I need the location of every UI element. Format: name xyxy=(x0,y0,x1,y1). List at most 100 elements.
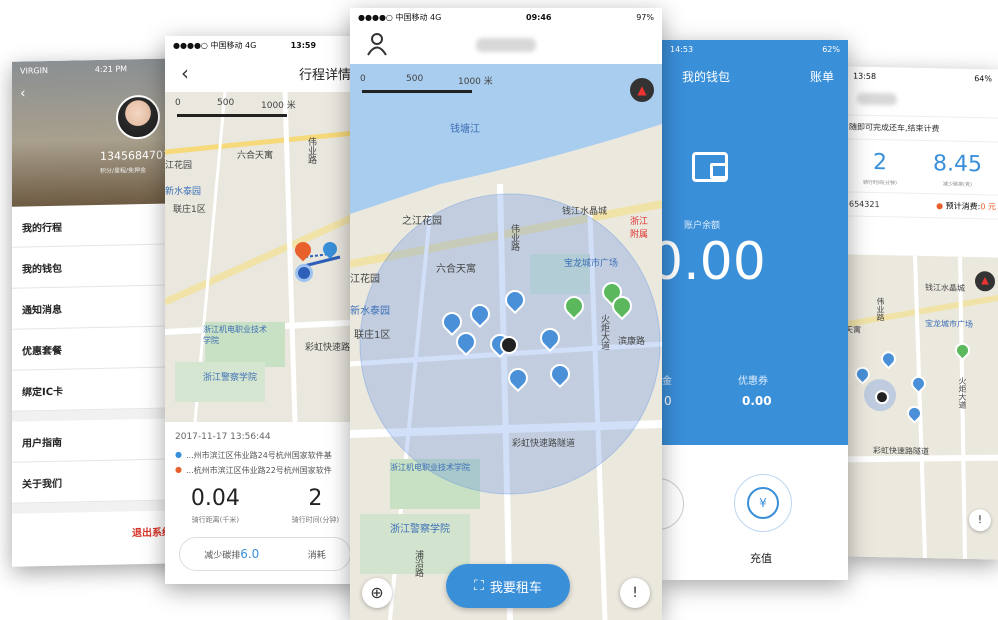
map-scale-0: 0 xyxy=(360,74,366,84)
notice-bar: 随即可完成还车,结束计费 xyxy=(845,115,998,143)
map-label: 新水泰园 xyxy=(165,187,202,197)
back-icon[interactable]: ‹ xyxy=(20,85,26,101)
map-label: 新水泰园 xyxy=(350,306,390,317)
stat-value: 2 xyxy=(872,149,887,176)
stat-label: 骑行时间(分钟) xyxy=(291,516,340,524)
stat-value: 2 xyxy=(308,486,323,511)
rent-button-label: 我要租车 xyxy=(489,580,542,596)
map-label: 伟业路 xyxy=(876,297,885,322)
map-label: 浙江附属 xyxy=(630,217,649,240)
route-from: ...州市滨江区伟业路24号杭州国家软件基 xyxy=(185,451,332,460)
bike-id: 654321 xyxy=(849,199,880,210)
logout-button[interactable]: 退出系统 xyxy=(12,510,182,554)
phone-main-map: ●●●●○ 中国移动 4G 09:46 97% 0 500 1000 米 ▲ 钱… xyxy=(350,8,662,620)
status-bar: ●●●●○ 中国移动 4G 13:59 ▬ xyxy=(165,36,365,54)
map-label: 彩虹快速路隧道 xyxy=(512,439,576,449)
battery: 97% xyxy=(636,12,654,22)
status-time: 09:46 xyxy=(526,12,552,22)
riding-map[interactable]: ▲ 钱江水晶城 伟业路 宝龙城市广场 天寓 火炬大道 彩虹快速路隧道 ! xyxy=(845,254,998,560)
page-title: 行程详情 xyxy=(298,67,351,83)
compass-icon[interactable]: ▲ xyxy=(630,78,654,102)
map-label: 浙江机电职业技术学院 xyxy=(203,325,267,345)
map-label: 浙江机电职业技术学院 xyxy=(390,463,470,472)
menu-item-ic-card[interactable]: 绑定IC卡 xyxy=(12,367,182,412)
locate-button[interactable]: ⊕ xyxy=(362,578,392,608)
map-label: 火炬大道 xyxy=(958,376,967,409)
map-label: 钱江水晶城 xyxy=(925,283,965,293)
deposit-value: 0 xyxy=(664,394,672,408)
map-scale-1000: 1000 米 xyxy=(458,77,493,87)
map-label: 六合天寓 xyxy=(436,264,476,275)
stat-distance: 0.04 骑行距离(千米) xyxy=(191,486,240,525)
info-button[interactable]: ! xyxy=(969,508,991,532)
map-label: 浦沿路 xyxy=(413,550,423,577)
bill-link[interactable]: 账单 xyxy=(810,68,834,85)
phone-riding: 13:58 64% 随即可完成还车,结束计费 2 骑行时间(分钟) 8.45 减… xyxy=(845,66,998,560)
battery: 62% xyxy=(822,44,840,54)
location-dot-icon xyxy=(295,264,313,282)
phone-wallet: 14:53 62% 我的钱包 账单 账户余额 0.00 金 0 优惠券 0.00… xyxy=(662,40,848,580)
route-from-icon: ● xyxy=(175,450,182,459)
user-profile-icon[interactable] xyxy=(366,32,388,56)
estimate-value: 0 元 xyxy=(980,202,996,212)
menu-item-guide[interactable]: 用户指南 xyxy=(12,418,182,463)
coupon-label: 优惠券 xyxy=(738,376,768,387)
map-label: 联庄1区 xyxy=(173,205,206,215)
map-label: 联庄1区 xyxy=(354,330,391,341)
map-scale-0: 0 xyxy=(175,98,181,108)
coupon-value: 0.00 xyxy=(742,394,772,408)
deposit-label: 金 xyxy=(662,376,672,387)
user-location-icon xyxy=(500,336,518,354)
trip-map[interactable]: 0 500 1000 米 六合天寓 伟业路 江花园 新水泰园 联庄1区 浙江机电… xyxy=(165,92,365,422)
carbon-value: 6.0 xyxy=(240,547,260,561)
estimate-label: 预计消费: xyxy=(945,201,981,212)
menu-item-trips[interactable]: 我的行程 xyxy=(12,203,182,248)
compass-icon[interactable]: ▲ xyxy=(975,271,995,292)
page-title: 我的钱包 xyxy=(682,70,731,84)
menu-item-wallet[interactable]: 我的钱包 xyxy=(12,244,182,289)
bike-map[interactable]: 0 500 1000 米 ▲ 钱塘江 之江花园 伟业路 六合天寓 钱江水晶城 宝… xyxy=(350,64,662,620)
consume-label: 消耗 xyxy=(307,550,326,561)
stat-label: 骑行时间(分钟) xyxy=(863,179,897,187)
stat-value: 0.04 xyxy=(190,486,240,511)
menu-item-messages[interactable]: 通知消息 xyxy=(12,285,182,330)
map-label: 钱塘江 xyxy=(450,124,480,135)
status-bar: VIRGIN 4:21 PM xyxy=(12,58,182,80)
stat-duration: 2 骑行时间(分钟) xyxy=(292,486,339,525)
map-scale-500: 500 xyxy=(217,98,235,108)
back-icon[interactable]: ‹ xyxy=(181,61,189,85)
map-label: 江花园 xyxy=(165,161,193,171)
profile-header: VIRGIN 4:21 PM ‹ 13456847018 积分/里程/免押金 xyxy=(12,58,182,207)
menu-list: 我的行程 我的钱包 通知消息 优惠套餐 绑定IC卡 用户指南 关于我们 退出系统 xyxy=(12,203,182,554)
blurred-title xyxy=(476,38,536,52)
map-label: 浙江警察学院 xyxy=(390,524,450,535)
recharge-button[interactable]: ¥ xyxy=(734,474,792,532)
map-label: 彩虹快速路 xyxy=(305,343,351,353)
menu-item-about[interactable]: 关于我们 xyxy=(12,459,182,504)
status-bar: 14:53 62% xyxy=(662,40,848,58)
rent-bike-button[interactable]: ⛶ 我要租车 xyxy=(446,564,570,608)
status-time: 4:21 PM xyxy=(94,63,128,74)
map-label: 火炬大道 xyxy=(599,314,609,350)
recharge-icon: ¥ xyxy=(747,487,779,519)
avatar[interactable] xyxy=(116,94,160,140)
balance-label: 账户余额 xyxy=(684,221,721,231)
stat-label: 骑行距离(千米) xyxy=(191,516,240,524)
user-location-icon xyxy=(875,390,889,405)
map-label: 浙江警察学院 xyxy=(203,373,258,383)
map-label: 江花园 xyxy=(350,274,380,285)
deposit-circle-button[interactable] xyxy=(662,478,684,530)
stat-carbon: 8.45 减少碳排(克) xyxy=(933,151,982,188)
wallet-header: 14:53 62% 我的钱包 账单 账户余额 0.00 金 0 优惠券 0.00 xyxy=(662,40,848,445)
info-button[interactable]: ! xyxy=(620,578,650,608)
recharge-label: 充值 xyxy=(750,552,772,565)
map-label: 宝龙城市广场 xyxy=(564,259,619,269)
map-label: 伟业路 xyxy=(306,137,316,164)
battery: 64% xyxy=(974,73,992,83)
map-label: 之江花园 xyxy=(402,216,442,227)
carbon-label: 减少碳排 xyxy=(204,551,241,561)
coin-icon: ● xyxy=(936,201,944,211)
menu-item-packages[interactable]: 优惠套餐 xyxy=(12,326,182,371)
carrier: ●●●●○ 中国移动 4G xyxy=(358,12,442,22)
balance-value: 0.00 xyxy=(662,232,766,292)
